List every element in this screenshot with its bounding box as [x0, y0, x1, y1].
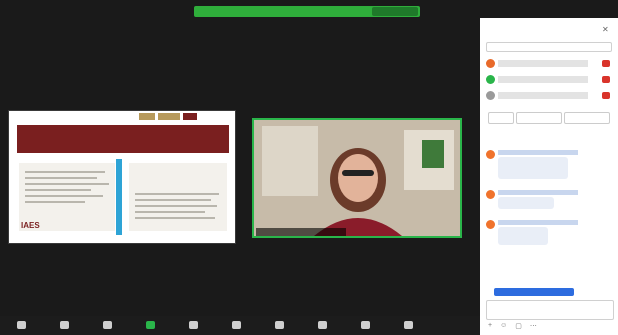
message-text: [498, 227, 548, 245]
record-button[interactable]: [258, 321, 301, 330]
share-screen-button[interactable]: [215, 321, 258, 330]
security-button[interactable]: [86, 321, 129, 330]
logo-3: [183, 113, 197, 120]
view-options-label[interactable]: [402, 22, 476, 32]
slide-title-box: [17, 125, 229, 153]
participants-icon: [146, 321, 155, 329]
participants-button[interactable]: [129, 321, 172, 330]
format-icon[interactable]: +: [488, 322, 492, 332]
text-line: [135, 217, 215, 219]
video-camera-icon: [60, 321, 69, 329]
microphone-icon: [17, 321, 26, 329]
chat-tools: + ☺ ▢ ⋯: [488, 322, 614, 332]
share-screen-icon: [232, 321, 241, 329]
meeting-toolbar: [0, 316, 480, 335]
participant-name: [498, 92, 588, 99]
more-icon: [404, 321, 413, 329]
text-line: [135, 205, 217, 207]
speaker-banner: [300, 108, 430, 116]
text-line: [25, 183, 109, 185]
text-line: [135, 211, 205, 213]
text-line: [25, 171, 105, 173]
avatar: [486, 220, 495, 229]
shared-screen-tile: IAES: [8, 110, 236, 244]
message-sender: [498, 220, 578, 225]
muted-mic-icon: [602, 92, 610, 99]
mute-all-button[interactable]: [516, 112, 562, 124]
speaker-video: [254, 120, 460, 236]
participant-name: [498, 76, 588, 83]
text-line: [25, 189, 91, 191]
text-line: [25, 201, 85, 203]
apps-button[interactable]: [344, 321, 387, 330]
security-shield-icon: [103, 321, 112, 329]
record-icon: [275, 321, 284, 329]
message-text: [498, 197, 554, 209]
meeting-info-label[interactable]: [8, 22, 68, 32]
slide-footer-logo: IAES: [21, 221, 40, 230]
avatar: [486, 75, 495, 84]
participant-search-input[interactable]: [486, 42, 612, 52]
muted-mic-icon: [602, 60, 610, 67]
message-text: [498, 157, 568, 179]
speaker-video-tile[interactable]: [252, 118, 462, 238]
notification-action-button[interactable]: [372, 7, 418, 16]
more-options-button[interactable]: [564, 112, 610, 124]
avatar: [486, 59, 495, 68]
more-button[interactable]: [387, 321, 430, 330]
muted-mic-icon: [602, 76, 610, 83]
close-icon[interactable]: ✕: [602, 25, 612, 35]
participant-row[interactable]: [486, 58, 612, 70]
speaker-name-label: [256, 228, 346, 236]
chat-title: [486, 136, 612, 144]
panel-title: [486, 24, 612, 34]
video-button[interactable]: [43, 321, 86, 330]
slide-accent-bar: [116, 159, 122, 235]
mute-button[interactable]: [0, 321, 43, 330]
text-line: [135, 193, 219, 195]
chat-button[interactable]: [172, 321, 215, 330]
message-sender: [498, 190, 578, 195]
participant-row[interactable]: [486, 90, 612, 102]
text-line: [25, 177, 97, 179]
text-line: [135, 199, 211, 201]
text-line: [25, 195, 103, 197]
invite-button[interactable]: [488, 112, 514, 124]
emoji-icon[interactable]: ☺: [500, 322, 507, 332]
slide-logos: [139, 113, 229, 120]
logo-2: [158, 113, 180, 120]
slide-text-panel-right: [129, 163, 227, 231]
more-icon[interactable]: ⋯: [530, 322, 537, 332]
avatar: [486, 190, 495, 199]
logo-1: [139, 113, 155, 120]
avatar: [486, 91, 495, 100]
reactions-button[interactable]: [301, 321, 344, 330]
participant-row[interactable]: [486, 74, 612, 86]
chat-input[interactable]: [486, 300, 614, 320]
participant-name: [498, 60, 588, 67]
chat-recipient-button[interactable]: [494, 288, 574, 296]
apps-icon: [361, 321, 370, 329]
reactions-icon: [318, 321, 327, 329]
file-icon[interactable]: ▢: [515, 322, 522, 332]
message-sender: [498, 150, 578, 155]
avatar: [486, 150, 495, 159]
chat-icon: [189, 321, 198, 329]
